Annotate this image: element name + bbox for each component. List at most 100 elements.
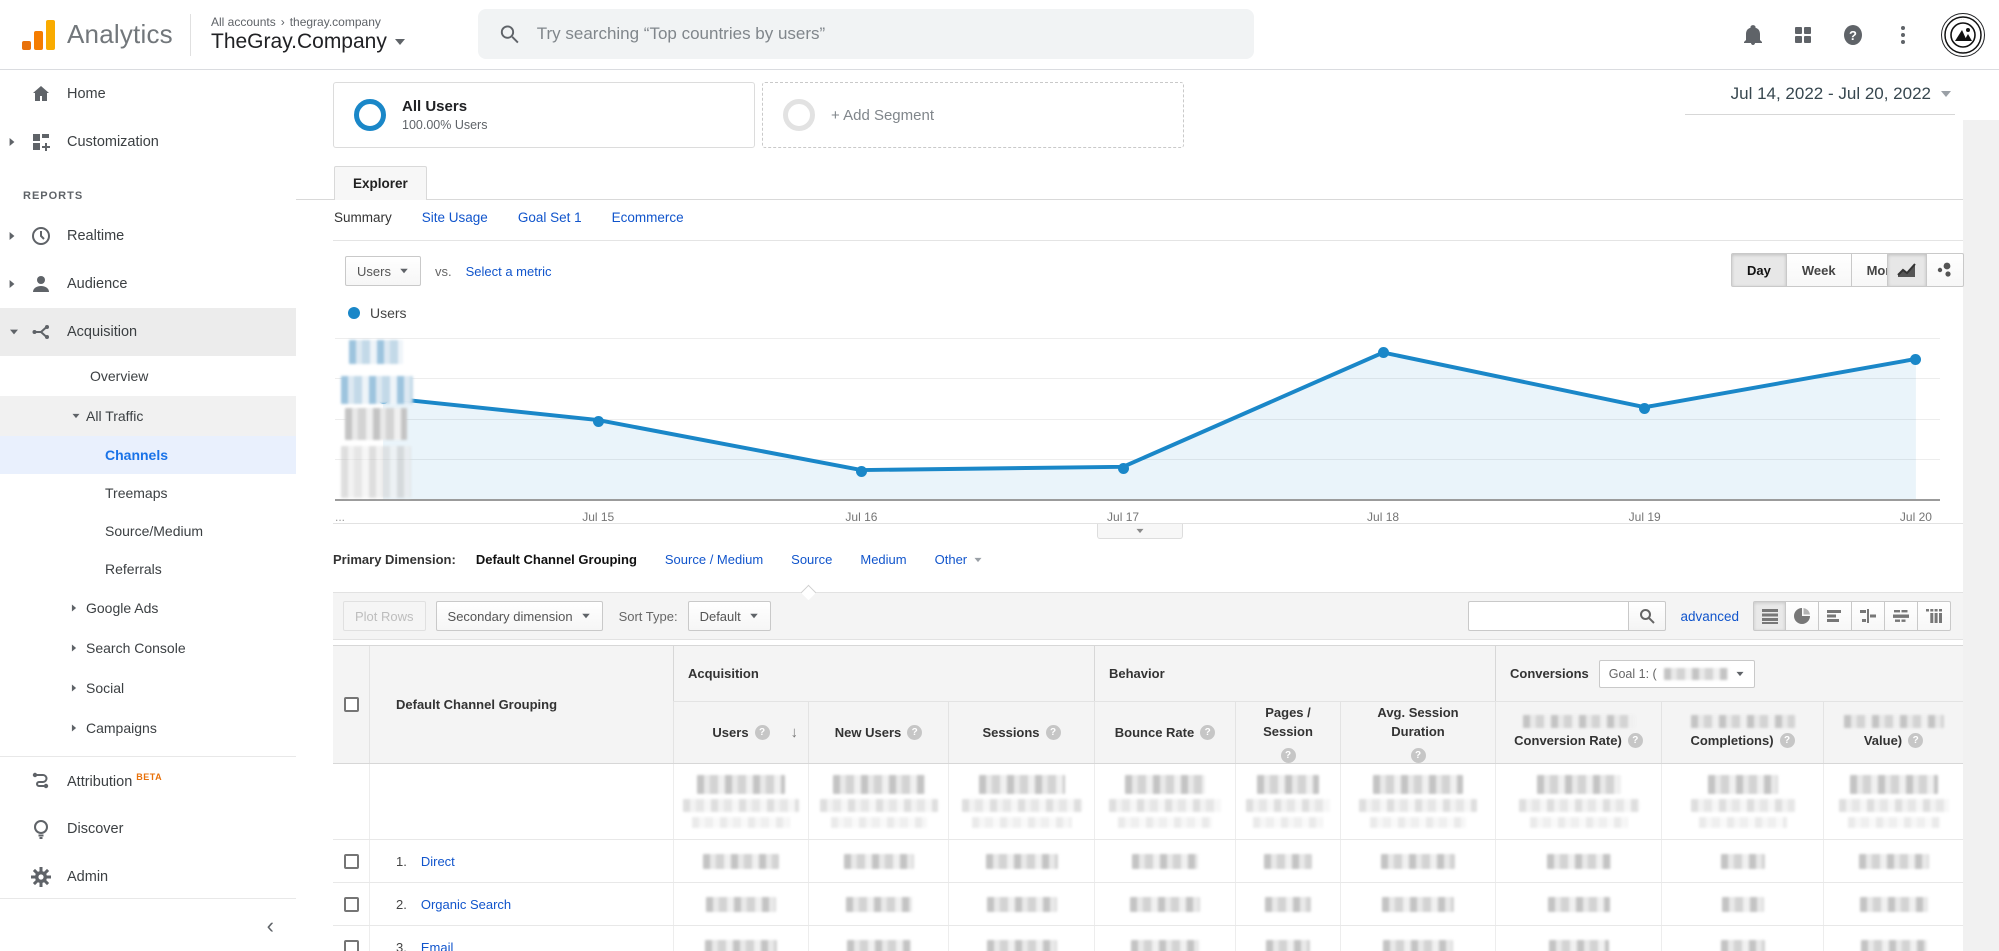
data-view-button[interactable] <box>1753 601 1786 631</box>
column-header-goal-conversion-rate[interactable]: Conversion Rate)? <box>1495 701 1661 763</box>
secondary-dimension-dropdown[interactable]: Secondary dimension <box>436 601 603 631</box>
expand-arrow-icon[interactable] <box>10 138 15 146</box>
data-point[interactable] <box>1118 463 1129 474</box>
sidebar-item-audience[interactable]: Audience <box>0 260 296 308</box>
user-avatar[interactable]: · · · · · · · · · · <box>1941 13 1985 57</box>
primary-dimension-selected[interactable]: Default Channel Grouping <box>476 552 637 567</box>
subtab-ecommerce[interactable]: Ecommerce <box>612 210 684 225</box>
more-vertical-icon[interactable] <box>1891 23 1915 47</box>
comparison-view-button[interactable] <box>1852 601 1885 631</box>
row-checkbox[interactable] <box>344 897 359 912</box>
dimension-other-dropdown[interactable]: Other <box>935 552 984 567</box>
sidebar-item-treemaps[interactable]: Treemaps <box>0 474 296 512</box>
performance-view-button[interactable] <box>1819 601 1852 631</box>
granularity-week-button[interactable]: Week <box>1787 253 1852 287</box>
sidebar-item-referrals[interactable]: Referrals <box>0 550 296 588</box>
metric-selector-dropdown[interactable]: Users <box>345 256 421 286</box>
granularity-day-button[interactable]: Day <box>1731 253 1787 287</box>
segment-all-users[interactable]: All Users 100.00% Users <box>333 82 755 148</box>
data-point[interactable] <box>1639 403 1650 414</box>
sidebar-item-all-traffic[interactable]: All Traffic <box>0 396 296 436</box>
expand-arrow-icon[interactable] <box>72 685 76 692</box>
percentage-view-button[interactable] <box>1786 601 1819 631</box>
help-icon[interactable]: ? <box>1841 23 1865 47</box>
tab-explorer[interactable]: Explorer <box>334 166 427 200</box>
column-header-avg-session-duration[interactable]: Avg. Session Duration? <box>1340 701 1495 763</box>
column-header-users[interactable]: Users? ↓ <box>673 701 808 763</box>
notifications-bell-icon[interactable] <box>1741 23 1765 47</box>
apps-grid-icon[interactable] <box>1791 23 1815 47</box>
date-range-selector[interactable]: Jul 14, 2022 - Jul 20, 2022 <box>1731 84 1951 104</box>
help-icon[interactable]: ? <box>1200 725 1215 740</box>
dimension-medium-link[interactable]: Medium <box>860 552 906 567</box>
search-input[interactable] <box>537 24 1234 44</box>
sidebar-item-acquisition[interactable]: Acquisition <box>0 308 296 356</box>
dimension-source-link[interactable]: Source <box>791 552 832 567</box>
collapse-arrow-icon[interactable] <box>10 330 18 335</box>
goal-selector-dropdown[interactable]: Goal 1: ( <box>1599 660 1755 688</box>
account-switcher[interactable]: TheGray.Company <box>211 30 405 54</box>
data-point[interactable] <box>593 416 604 427</box>
select-a-metric-link[interactable]: Select a metric <box>466 264 552 279</box>
sort-descending-icon[interactable]: ↓ <box>791 721 799 744</box>
sidebar-item-discover[interactable]: Discover <box>0 805 296 853</box>
column-header-dimension[interactable]: Default Channel Grouping <box>369 646 673 763</box>
sidebar-item-campaigns[interactable]: Campaigns <box>0 708 296 748</box>
sidebar-item-attribution[interactable]: AttributionBETA <box>0 757 296 805</box>
sidebar-item-home[interactable]: Home <box>0 70 296 118</box>
column-header-sessions[interactable]: Sessions? <box>948 701 1094 763</box>
line-chart-view-button[interactable] <box>1887 253 1927 287</box>
expand-arrow-icon[interactable] <box>72 605 76 612</box>
sort-type-dropdown[interactable]: Default <box>688 601 771 631</box>
help-icon[interactable]: ? <box>907 725 922 740</box>
sidebar-item-social[interactable]: Social <box>0 668 296 708</box>
term-cloud-view-button[interactable] <box>1885 601 1918 631</box>
plot-rows-button[interactable]: Plot Rows <box>343 601 426 631</box>
dimension-source-medium-link[interactable]: Source / Medium <box>665 552 763 567</box>
expand-arrow-icon[interactable] <box>72 725 76 732</box>
analytics-logo[interactable]: Analytics <box>0 19 190 50</box>
help-icon[interactable]: ? <box>1411 748 1426 763</box>
breadcrumb[interactable]: All accounts › thegray.company <box>211 15 405 29</box>
subtab-goal-set-1[interactable]: Goal Set 1 <box>518 210 582 225</box>
sidebar-item-google-ads[interactable]: Google Ads <box>0 588 296 628</box>
column-header-pages-session[interactable]: Pages / Session? <box>1235 701 1340 763</box>
expand-arrow-icon[interactable] <box>10 280 15 288</box>
sidebar-item-overview[interactable]: Overview <box>0 356 296 396</box>
advanced-filter-link[interactable]: advanced <box>1680 609 1739 624</box>
sidebar-item-search-console[interactable]: Search Console <box>0 628 296 668</box>
table-search-button[interactable] <box>1628 601 1666 631</box>
row-checkbox[interactable] <box>344 940 359 951</box>
column-header-goal-completions[interactable]: Completions)? <box>1661 701 1823 763</box>
add-segment-button[interactable]: + Add Segment <box>762 82 1184 148</box>
select-all-checkbox[interactable] <box>344 697 359 712</box>
users-line-chart[interactable] <box>335 338 1940 501</box>
collapse-sidebar-icon[interactable]: ‹ <box>267 913 274 939</box>
help-icon[interactable]: ? <box>1628 733 1643 748</box>
sidebar-item-admin[interactable]: Admin <box>0 853 296 901</box>
column-header-bounce-rate[interactable]: Bounce Rate? <box>1094 701 1235 763</box>
help-icon[interactable]: ? <box>1908 733 1923 748</box>
subtab-summary[interactable]: Summary <box>334 210 392 225</box>
channel-link[interactable]: Organic Search <box>421 897 511 912</box>
help-icon[interactable]: ? <box>1281 748 1296 763</box>
channel-link[interactable]: Email <box>421 940 454 951</box>
pivot-view-button[interactable] <box>1918 601 1951 631</box>
expand-arrow-icon[interactable] <box>10 232 15 240</box>
channel-link[interactable]: Direct <box>421 854 455 869</box>
column-header-goal-value[interactable]: Value)? <box>1823 701 1963 763</box>
column-header-new-users[interactable]: New Users? <box>808 701 948 763</box>
help-icon[interactable]: ? <box>755 725 770 740</box>
help-icon[interactable]: ? <box>1780 733 1795 748</box>
global-search[interactable] <box>478 9 1254 59</box>
subtab-site-usage[interactable]: Site Usage <box>422 210 488 225</box>
collapse-arrow-icon[interactable] <box>73 414 80 418</box>
sidebar-item-customization[interactable]: Customization <box>0 118 296 166</box>
sidebar-item-channels[interactable]: Channels <box>0 436 296 474</box>
motion-chart-view-button[interactable] <box>1927 253 1964 287</box>
sidebar-item-source-medium[interactable]: Source/Medium <box>0 512 296 550</box>
sidebar-item-realtime[interactable]: Realtime <box>0 212 296 260</box>
table-search-input[interactable] <box>1468 601 1628 631</box>
expand-arrow-icon[interactable] <box>72 645 76 652</box>
row-checkbox[interactable] <box>344 854 359 869</box>
